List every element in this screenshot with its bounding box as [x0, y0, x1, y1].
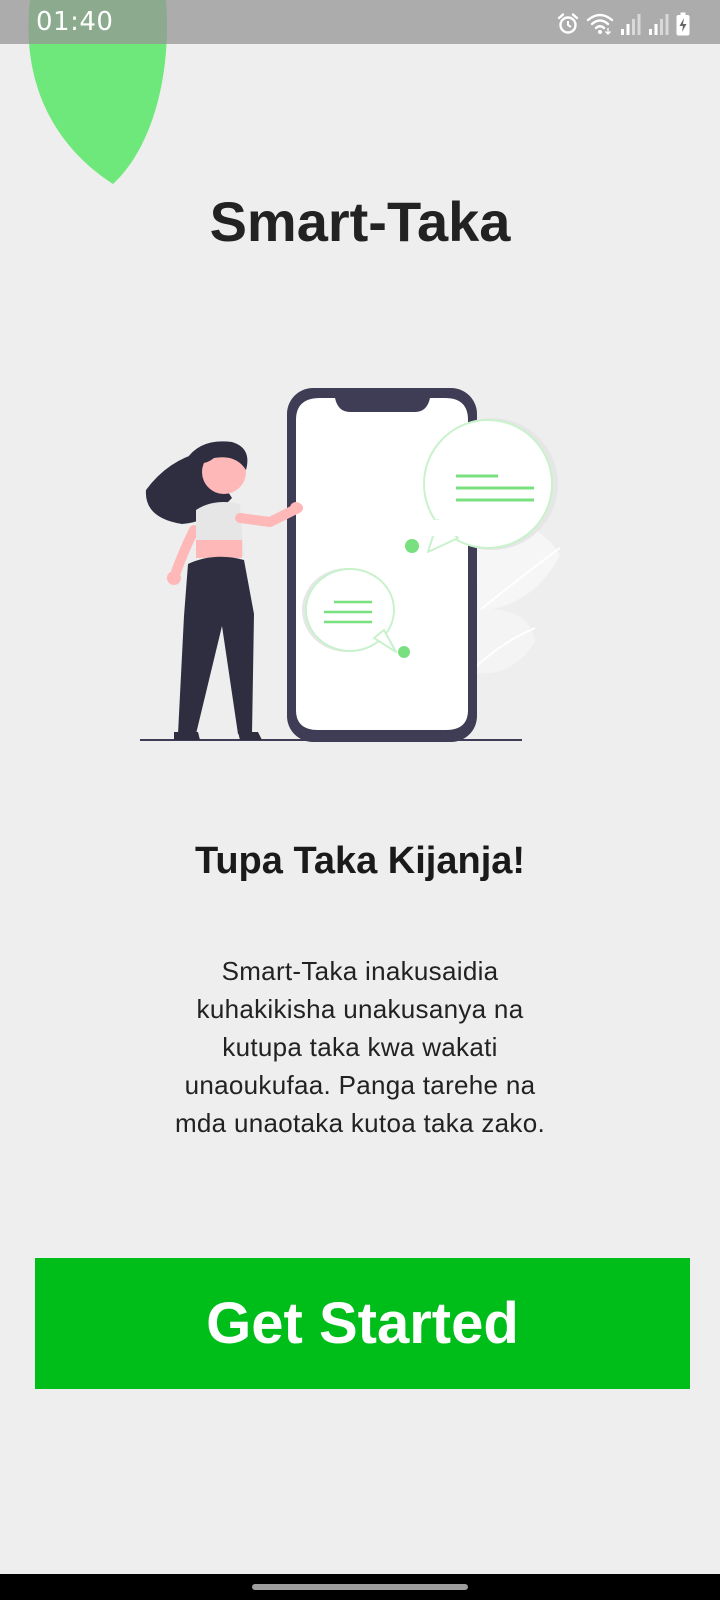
signal-icon — [620, 12, 642, 36]
alarm-icon — [556, 12, 580, 36]
status-icons — [556, 12, 690, 36]
status-time: 01:40 — [36, 7, 114, 37]
wifi-icon — [586, 12, 614, 36]
get-started-button[interactable]: Get Started — [35, 1258, 690, 1389]
battery-charging-icon — [676, 12, 690, 36]
signal-icon — [648, 12, 670, 36]
onboarding-description: Smart-Taka inakusaidia kuhakikisha unaku… — [174, 956, 546, 1138]
onboarding-subtitle: Tupa Taka Kijanja! — [194, 840, 526, 882]
status-bar: 01:40 — [0, 0, 720, 44]
woman-with-phone-illustration — [140, 388, 561, 742]
navigation-bar — [0, 1574, 720, 1600]
page-title: Smart-Taka — [209, 190, 511, 253]
home-indicator[interactable] — [252, 1584, 468, 1590]
